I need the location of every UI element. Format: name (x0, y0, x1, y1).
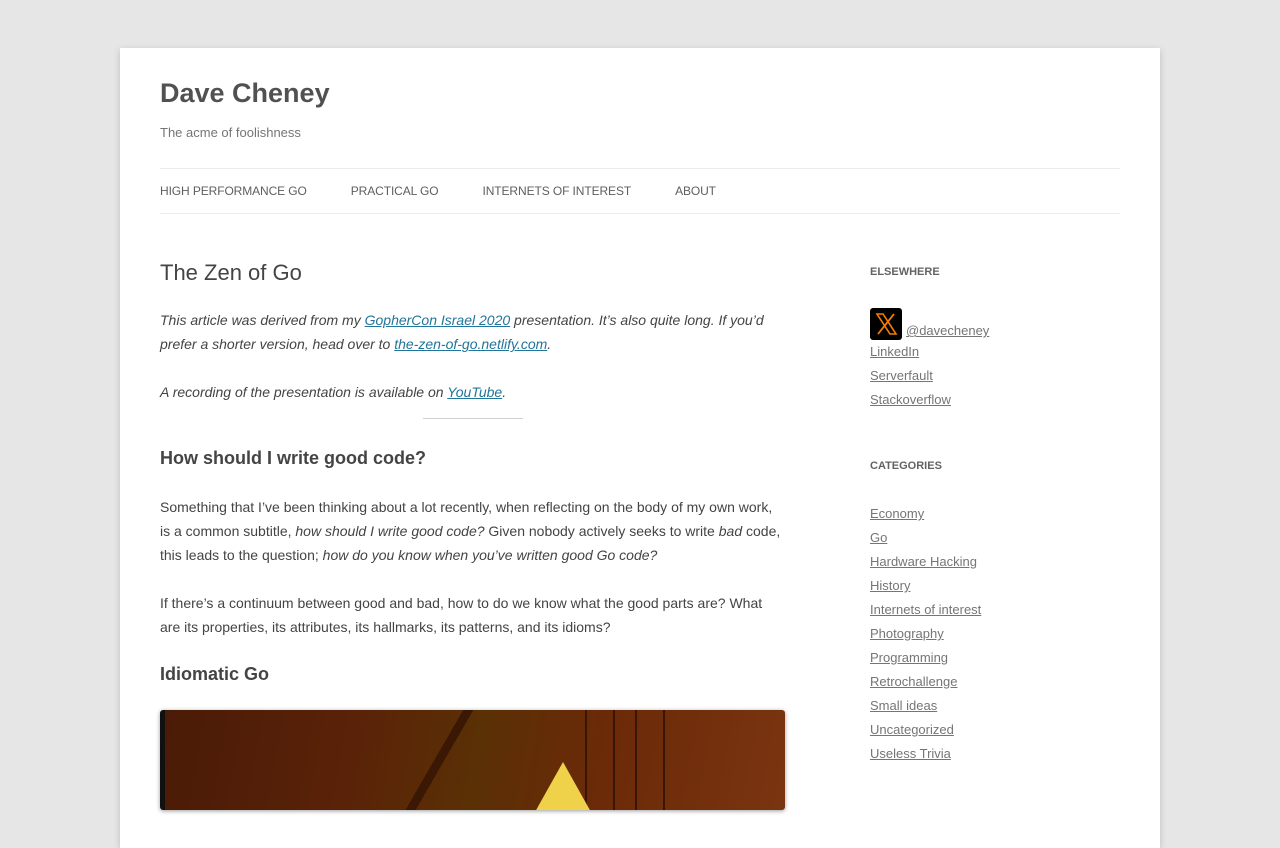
main-navigation: High Performance Go Practical Go Interne… (160, 168, 1120, 214)
list-item: Stackoverflow (870, 388, 1120, 412)
category-link-photography[interactable]: Photography (870, 626, 944, 641)
category-link-programming[interactable]: Programming (870, 650, 948, 665)
good-code-paragraph-2: If there’s a continuum between good and … (160, 594, 763, 635)
image-detail (635, 710, 665, 811)
site-title[interactable]: Dave Cheney (160, 78, 330, 109)
widget-title-elsewhere: Elsewhere (870, 266, 940, 278)
list-item: Serverfault (870, 364, 1120, 388)
category-link-useless-trivia[interactable]: Useless Trivia (870, 746, 951, 761)
category-item: Small ideas (870, 694, 1120, 718)
nav-item-practical-go[interactable]: Practical Go (351, 184, 439, 198)
intro-text-3: . (547, 336, 552, 353)
widget-categories: Categories Economy Go Hardware Hacking H… (870, 460, 1120, 766)
gophercon-israel-link[interactable]: GopherCon Israel 2020 (365, 312, 511, 328)
category-item: Uncategorized (870, 718, 1120, 742)
article: The Zen of Go This article was derived f… (160, 260, 785, 811)
twitter-link[interactable]: @davecheney (870, 308, 989, 340)
category-link-uncategorized[interactable]: Uncategorized (870, 722, 954, 737)
category-item: Internets of interest (870, 598, 1120, 622)
recording-paragraph: A recording of the presentation is avail… (160, 380, 785, 404)
image-crown-shape (535, 762, 591, 811)
category-item: Photography (870, 622, 1120, 646)
category-link-go[interactable]: Go (870, 530, 887, 545)
recording-text-2: . (502, 384, 507, 401)
widget-title-categories: Categories (870, 460, 942, 472)
stackoverflow-link[interactable]: Stackoverflow (870, 392, 951, 407)
category-link-hardware-hacking[interactable]: Hardware Hacking (870, 554, 977, 569)
good-code-paragraph-1: Something that I’ve been thinking about … (160, 495, 785, 567)
recording-text-1: A recording of the presentation is avail… (160, 384, 448, 401)
category-item: Programming (870, 646, 1120, 670)
twitter-link-item: @davecheney (870, 308, 1120, 340)
site-tagline: The acme of foolishness (160, 125, 301, 140)
emphasis: how do you know when you’ve written good… (322, 546, 658, 563)
section-heading-good-code: How should I write good code? (160, 448, 426, 469)
category-link-internets-of-interest[interactable]: Internets of interest (870, 602, 981, 617)
serverfault-link[interactable]: Serverfault (870, 368, 933, 383)
intro-paragraph: This article was derived from my GopherC… (160, 308, 785, 356)
emphasis: bad (718, 522, 743, 539)
category-item: Go (870, 526, 1120, 550)
text: Given nobody actively seeks to write (484, 522, 719, 539)
emphasis: how should I write good code? (295, 522, 485, 539)
twitter-handle: @davecheney (906, 323, 990, 338)
category-item: Useless Trivia (870, 742, 1120, 766)
intro-text-1: This article was derived from my (160, 312, 365, 329)
article-title: The Zen of Go (160, 260, 302, 285)
category-link-history[interactable]: History (870, 578, 910, 593)
category-item: Economy (870, 502, 1120, 526)
separator (422, 418, 523, 420)
list-item: LinkedIn (870, 340, 1120, 364)
category-link-economy[interactable]: Economy (870, 506, 924, 521)
site-container: Dave Cheney The acme of foolishness High… (120, 48, 1160, 848)
widget-elsewhere: Elsewhere @davecheney LinkedIn Ser (870, 266, 1120, 412)
youtube-link[interactable]: YouTube (447, 384, 502, 400)
category-item: Hardware Hacking (870, 550, 1120, 574)
sidebar: Elsewhere @davecheney LinkedIn Ser (870, 266, 1120, 814)
article-image (160, 710, 785, 811)
category-link-retrochallenge[interactable]: Retrochallenge (870, 674, 957, 689)
nav-item-high-performance-go[interactable]: High Performance Go (160, 184, 307, 198)
category-item: History (870, 574, 1120, 598)
category-link-small-ideas[interactable]: Small ideas (870, 698, 937, 713)
nav-item-internets-of-interest[interactable]: Internets of Interest (483, 184, 632, 198)
x-logo-icon (870, 308, 902, 340)
zen-of-go-site-link[interactable]: the-zen-of-go.netlify.com (394, 336, 547, 352)
section-heading-idiomatic-go: Idiomatic Go (160, 663, 270, 684)
nav-item-about[interactable]: About (675, 184, 716, 198)
linkedin-link[interactable]: LinkedIn (870, 344, 919, 359)
category-item: Retrochallenge (870, 670, 1120, 694)
